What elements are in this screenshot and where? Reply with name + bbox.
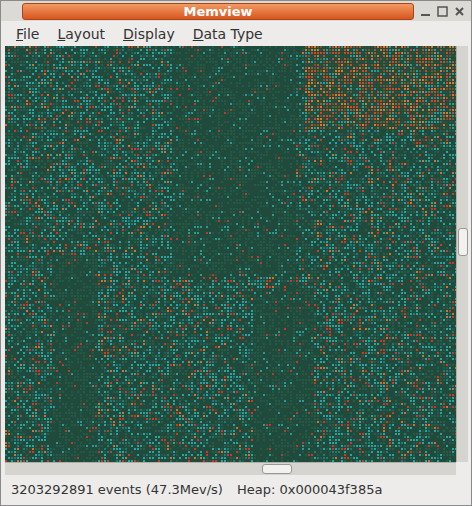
vertical-scrollbar[interactable] xyxy=(456,46,468,462)
status-bar: 3203292891 events (47.3Mev/s) Heap: 0x000… xyxy=(1,475,471,505)
menu-bar: File Layout Display Data Type xyxy=(1,21,471,46)
close-icon[interactable] xyxy=(454,6,465,17)
maximize-icon[interactable] xyxy=(437,6,448,17)
horizontal-scrollbar[interactable] xyxy=(5,462,456,475)
menu-item[interactable]: Layout xyxy=(57,27,105,41)
title-bar[interactable]: Memview xyxy=(1,1,471,21)
window-title: Memview xyxy=(183,5,252,18)
title-area: Memview xyxy=(22,3,414,20)
vertical-scroll-thumb[interactable] xyxy=(458,228,468,256)
memview-window: Memview File Layout Display Data Type 3203292… xyxy=(0,0,472,506)
memory-map-canvas[interactable] xyxy=(5,46,456,462)
menu-item[interactable]: Display xyxy=(123,27,175,41)
horizontal-scroll-thumb[interactable] xyxy=(262,464,292,474)
horizontal-scroll-row xyxy=(1,462,471,475)
canvas-area xyxy=(1,46,471,462)
menu-item[interactable]: File xyxy=(16,27,39,41)
menu-item[interactable]: Data Type xyxy=(193,27,263,41)
heap-address: Heap: 0x000043f385a xyxy=(237,480,382,500)
minimize-icon[interactable] xyxy=(420,6,431,17)
events-counter: 3203292891 events (47.3Mev/s) xyxy=(11,480,223,500)
